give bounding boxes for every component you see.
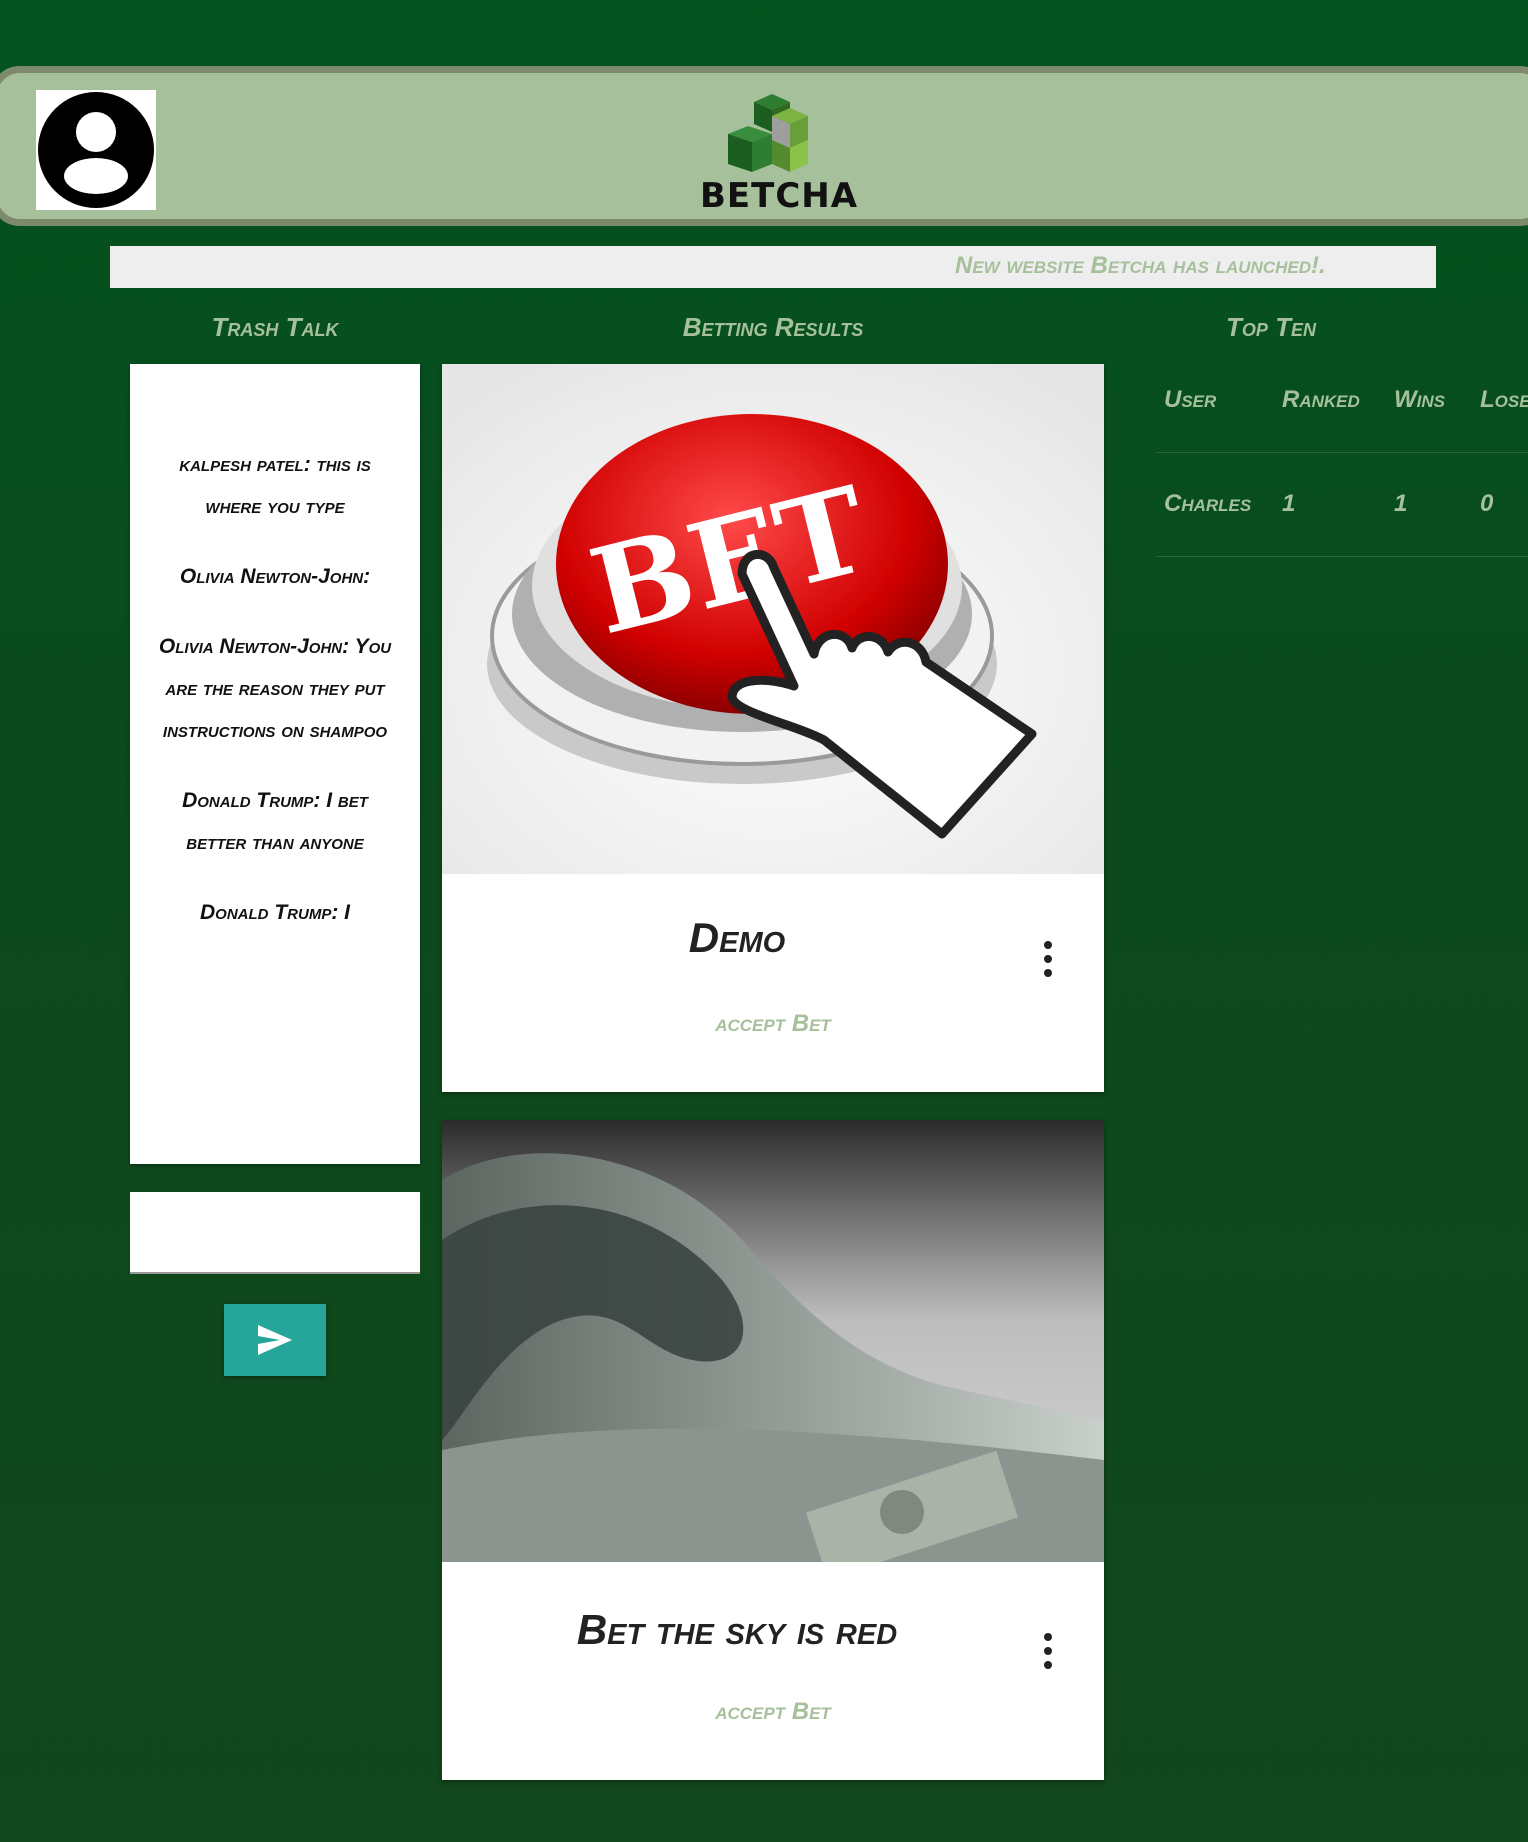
chat-message: Donald Trump: I — [200, 901, 350, 924]
account-circle-icon — [38, 92, 154, 208]
more-vert-icon[interactable] — [1028, 1626, 1068, 1676]
table-divider — [1156, 452, 1528, 453]
cell-user: Charles — [1164, 490, 1252, 517]
column-header-user: User — [1164, 386, 1217, 413]
send-button[interactable] — [224, 1304, 326, 1376]
table-divider — [1156, 556, 1528, 557]
bet-card: BET Demo accept Bet — [442, 364, 1104, 1092]
chat-message-input[interactable] — [130, 1192, 420, 1274]
chat-message: Donald Trump: I bet better than anyone — [182, 789, 368, 854]
trash-talk-heading: Trash Talk — [211, 312, 339, 342]
bet-card-image-money-wave — [442, 1120, 1104, 1562]
chat-message: kalpesh patel: this is where you type — [179, 453, 371, 518]
cell-lose: 0 — [1480, 490, 1494, 517]
accept-bet-link[interactable]: accept Bet — [442, 1010, 1104, 1038]
column-header-wins: Wins — [1394, 386, 1445, 413]
ticker-text: New website Betcha has launched!. — [955, 252, 1326, 279]
betting-results-heading: Betting Results — [682, 312, 864, 342]
column-header-lose: Lose — [1480, 386, 1528, 413]
cell-wins: 1 — [1394, 490, 1408, 517]
bet-card: Bet the sky is red accept Bet — [442, 1120, 1104, 1780]
chat-message: Olivia Newton-John: You are the reason t… — [158, 635, 392, 742]
accept-bet-link[interactable]: accept Bet — [442, 1698, 1104, 1726]
news-ticker: New website Betcha has launched!. — [110, 246, 1436, 288]
logo-text: BETCHA — [700, 176, 859, 216]
bet-title: Bet the sky is red — [576, 1606, 898, 1653]
chat-message: Olivia Newton-John: — [179, 565, 371, 588]
bet-card-image-red-button: BET — [442, 364, 1104, 874]
bet-title: Demo — [688, 914, 786, 961]
column-header-ranked: Ranked — [1282, 386, 1360, 413]
betcha-logo[interactable]: BETCHA — [700, 94, 859, 216]
more-vert-icon[interactable] — [1028, 934, 1068, 984]
account-avatar[interactable] — [36, 90, 156, 210]
trash-talk-chat[interactable]: kalpesh patel: this is where you type Ol… — [130, 364, 420, 1164]
send-arrow-icon — [258, 1325, 292, 1355]
cell-ranked: 1 — [1282, 490, 1296, 517]
top-ten-heading: Top Ten — [1226, 312, 1316, 342]
green-cubes-logo-icon — [728, 94, 808, 172]
